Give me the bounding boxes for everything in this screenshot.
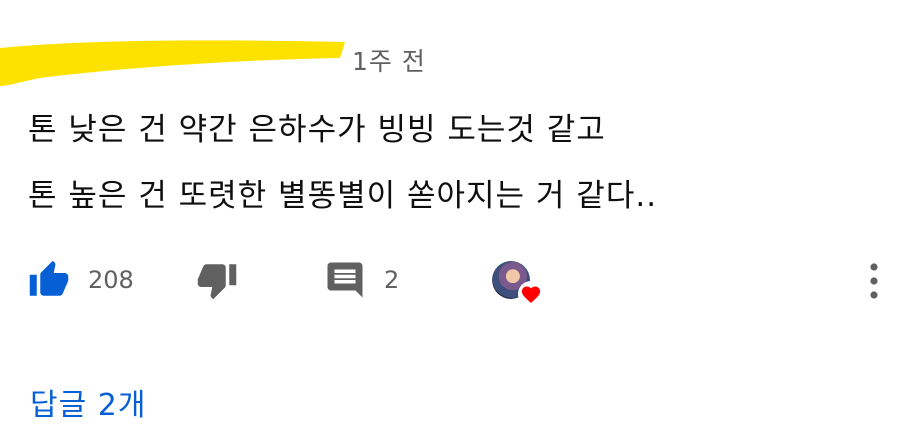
comment-timestamp[interactable]: 1주 전 <box>352 42 426 78</box>
reply-count: 2 <box>384 266 400 294</box>
more-vertical-icon[interactable] <box>862 259 886 303</box>
heart-icon <box>518 281 544 307</box>
comment-text-line: 톤 높은 건 또렷한 별똥별이 쏟아지는 거 같다.. <box>28 178 658 214</box>
comment-text-line: 톤 낮은 건 약간 은하수가 빙빙 도는것 같고 <box>28 112 606 148</box>
yellow-highlight <box>0 40 345 86</box>
thumbs-up-icon <box>29 260 69 296</box>
like-button[interactable]: 208 <box>28 255 134 305</box>
dislike-button[interactable] <box>196 255 238 305</box>
reply-button[interactable]: 2 <box>324 255 399 305</box>
like-count: 208 <box>88 266 134 294</box>
view-replies-link[interactable]: 답글 2개 <box>30 380 146 424</box>
comment-action-bar: 208 2 <box>0 255 916 307</box>
creator-heart-badge <box>492 261 550 311</box>
comment-icon <box>327 262 363 298</box>
thumbs-down-icon <box>197 264 237 300</box>
